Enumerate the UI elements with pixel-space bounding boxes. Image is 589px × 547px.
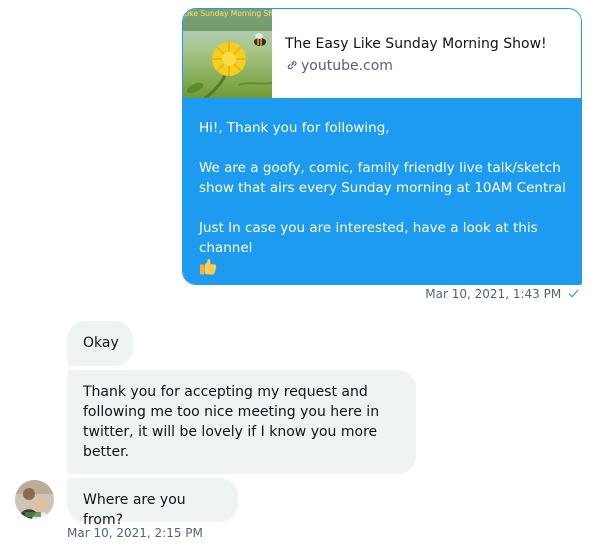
link-icon [287,61,297,70]
link-preview-text: The Easy Like Sunday Morning Show! youtu… [285,35,547,76]
incoming-message: Where are you from? [67,478,238,528]
message-line: Hi!, Thank you for following, [199,120,390,136]
avatar[interactable] [15,480,54,519]
outgoing-message-text: Hi!, Thank you for following, We are a g… [183,98,581,284]
avatar-photo-icon [15,480,54,519]
check-icon [568,289,579,298]
message-timestamp: Mar 10, 2021, 1:43 PM [425,287,562,301]
incoming-message: Okay [67,321,133,366]
incoming-message: Thank you for accepting my request and f… [67,370,416,474]
outgoing-message: Like Sunday Morning Show Sundays at 10am… [182,8,582,285]
link-domain-label: youtube.com [301,58,393,74]
outgoing-timestamp-row: Mar 10, 2021, 1:43 PM [425,286,580,302]
link-preview-domain: youtube.com [285,57,547,76]
link-preview-card[interactable]: Like Sunday Morning Show Sundays at 10am… [183,9,581,98]
thumbs-up-icon [200,258,217,275]
link-preview-title[interactable]: The Easy Like Sunday Morning Show! [285,35,547,54]
incoming-timestamp: Mar 10, 2021, 2:15 PM [67,526,203,540]
thumbnail-banner-text: Like Sunday Morning Show Sundays at 10am… [183,9,272,31]
message-line: We are a goofy, comic, family friendly l… [199,160,566,196]
message-line: Just In case you are interested, have a … [199,220,538,256]
link-preview-thumbnail[interactable]: Like Sunday Morning Show Sundays at 10am… [183,9,272,98]
